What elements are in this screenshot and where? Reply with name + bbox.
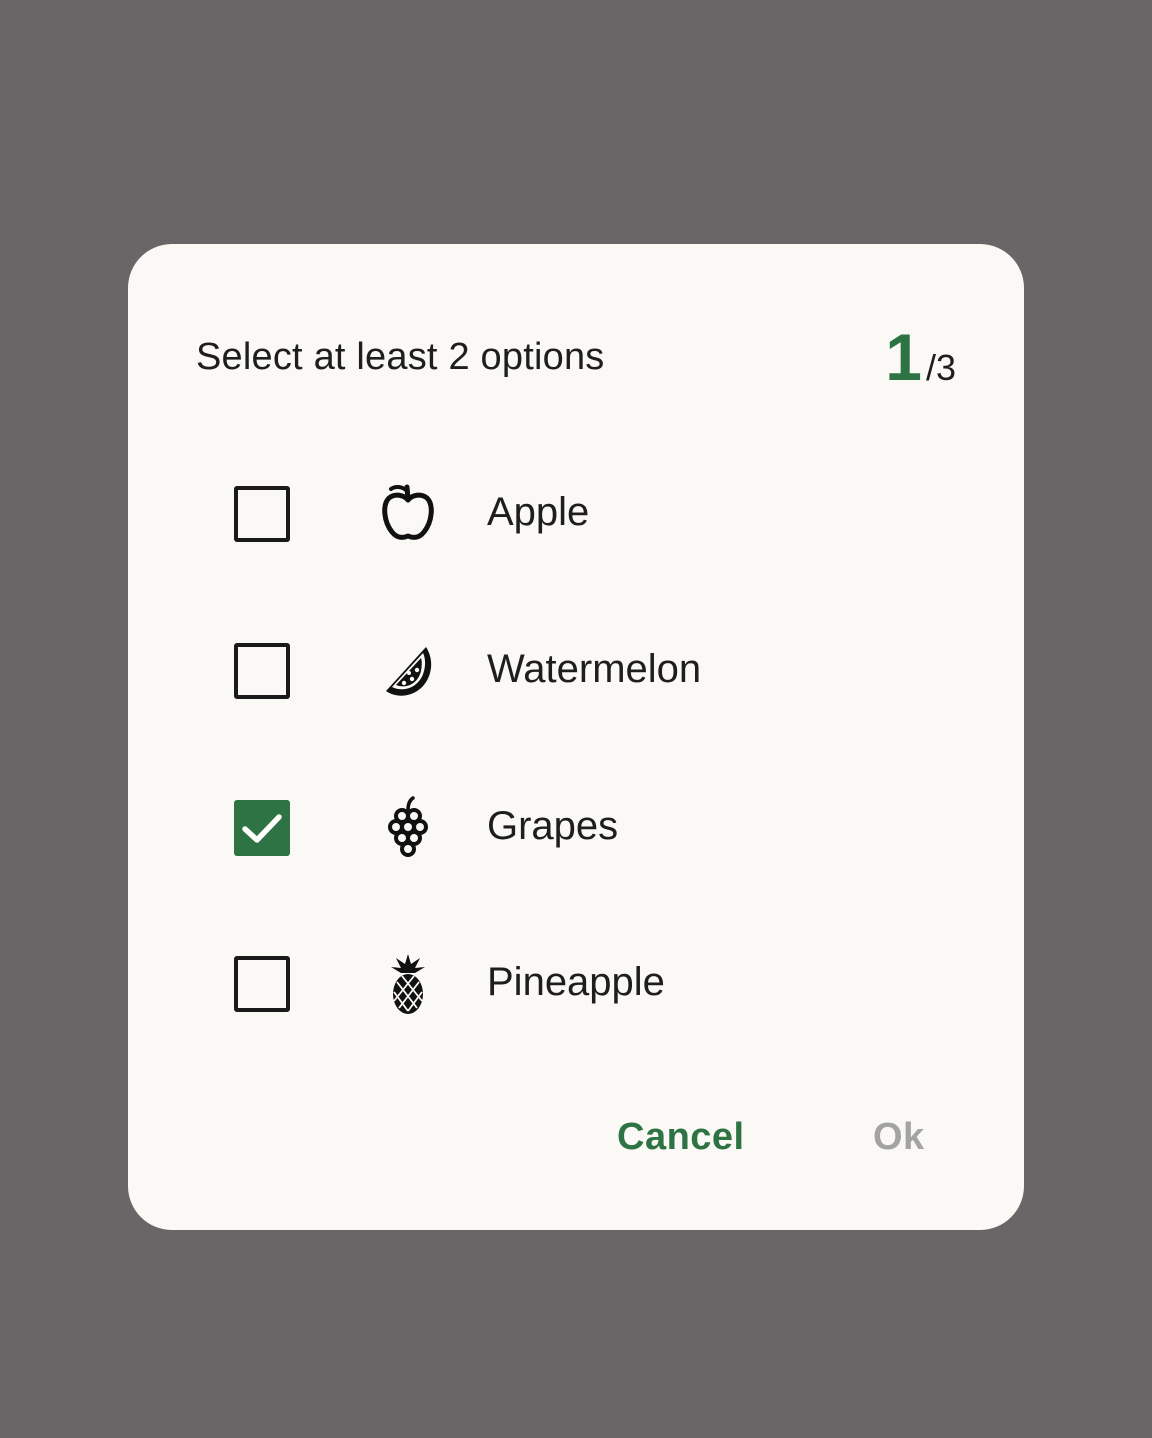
watermelon-icon — [386, 647, 432, 696]
option-watermelon[interactable]: Watermelon — [128, 611, 1024, 731]
multi-select-dialog: Select at least 2 options 1/3 Apple Wate… — [128, 244, 1024, 1230]
check-icon — [242, 814, 282, 843]
apple-checkbox[interactable] — [234, 486, 290, 542]
option-label: Apple — [487, 490, 590, 534]
grapes-checkbox[interactable] — [234, 800, 290, 856]
dialog-title: Select at least 2 options — [196, 336, 605, 378]
option-label: Grapes — [487, 804, 619, 848]
option-pineapple[interactable]: Pineapple — [128, 924, 1024, 1044]
apple-icon — [382, 484, 434, 540]
selection-counter: 1/3 — [885, 324, 956, 390]
option-apple[interactable]: Apple — [128, 454, 1024, 574]
ok-button[interactable]: Ok — [873, 1116, 925, 1159]
option-grapes[interactable]: Grapes — [128, 768, 1024, 888]
pineapple-icon — [391, 954, 425, 1014]
option-label: Watermelon — [487, 647, 702, 691]
grapes-icon — [388, 796, 428, 857]
pineapple-checkbox[interactable] — [234, 956, 290, 1012]
option-label: Pineapple — [487, 960, 665, 1004]
selection-total: /3 — [925, 347, 956, 388]
selection-count: 1 — [885, 320, 922, 394]
cancel-button[interactable]: Cancel — [617, 1116, 745, 1159]
watermelon-checkbox[interactable] — [234, 643, 290, 699]
